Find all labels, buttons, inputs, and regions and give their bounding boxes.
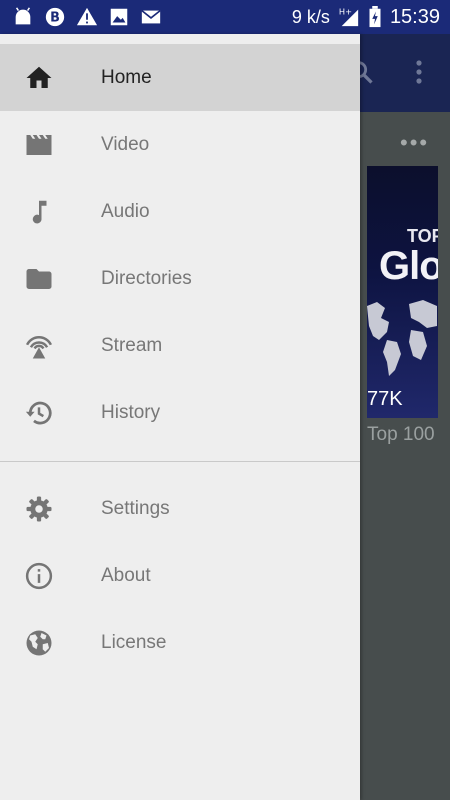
drawer-item-label: History (101, 401, 161, 423)
drawer-item-settings[interactable]: Settings (0, 475, 360, 542)
status-bar: B 9 k/s H+ 15:39 (0, 0, 450, 34)
drawer-item-label: Stream (101, 334, 163, 356)
gear-icon (23, 493, 55, 525)
drawer-item-stream[interactable]: Stream (0, 312, 360, 379)
home-icon (23, 62, 55, 94)
drawer-item-label: Directories (101, 267, 192, 289)
drawer-item-audio[interactable]: Audio (0, 178, 360, 245)
drawer-item-label: Video (101, 133, 150, 155)
drawer-item-label: Home (101, 66, 152, 88)
image-icon (108, 6, 130, 28)
svg-text:B: B (50, 11, 60, 26)
stream-antenna-icon (23, 330, 55, 362)
thumbnail-overlay-title: Glo (379, 244, 438, 288)
thumbnail-view-count: 77K (367, 388, 403, 410)
battery-icon (368, 6, 382, 28)
more-horiz-icon[interactable]: ••• (400, 130, 429, 156)
drawer-item-label: About (101, 564, 151, 586)
drawer-item-license[interactable]: License (0, 609, 360, 676)
drawer-item-video[interactable]: Video (0, 111, 360, 178)
drawer-item-label: Settings (101, 497, 170, 519)
bitcoin-icon: B (44, 6, 66, 28)
clock: 15:39 (389, 5, 440, 28)
drawer-item-about[interactable]: About (0, 542, 360, 609)
globe-icon (23, 627, 55, 659)
video-title[interactable]: Top 100 (367, 424, 450, 446)
info-icon (23, 560, 55, 592)
video-thumbnail[interactable]: TOP Glo 77K (367, 166, 438, 418)
more-vert-icon[interactable] (408, 56, 430, 88)
drawer-item-home[interactable]: Home (0, 44, 360, 111)
music-note-icon (23, 196, 55, 228)
drawer-item-history[interactable]: History (0, 379, 360, 446)
svg-text:H+: H+ (339, 6, 352, 16)
drawer-item-directories[interactable]: Directories (0, 245, 360, 312)
navigation-drawer: Home Video Audio Directories Stream Hist… (0, 34, 360, 800)
drawer-item-label: Audio (101, 200, 150, 222)
world-map-icon (367, 300, 437, 376)
notification-icons: B (0, 6, 162, 28)
drawer-divider (0, 461, 360, 462)
signal-icon: H+ (338, 6, 360, 28)
status-right: 9 k/s H+ 15:39 (292, 6, 450, 29)
android-icon (12, 6, 34, 28)
folder-icon (23, 263, 55, 295)
drawer-item-label: License (101, 631, 167, 653)
mail-icon (140, 6, 162, 28)
network-speed: 9 k/s (291, 6, 330, 27)
history-icon (23, 397, 55, 429)
video-clapper-icon (23, 129, 55, 161)
warning-icon (76, 6, 98, 28)
